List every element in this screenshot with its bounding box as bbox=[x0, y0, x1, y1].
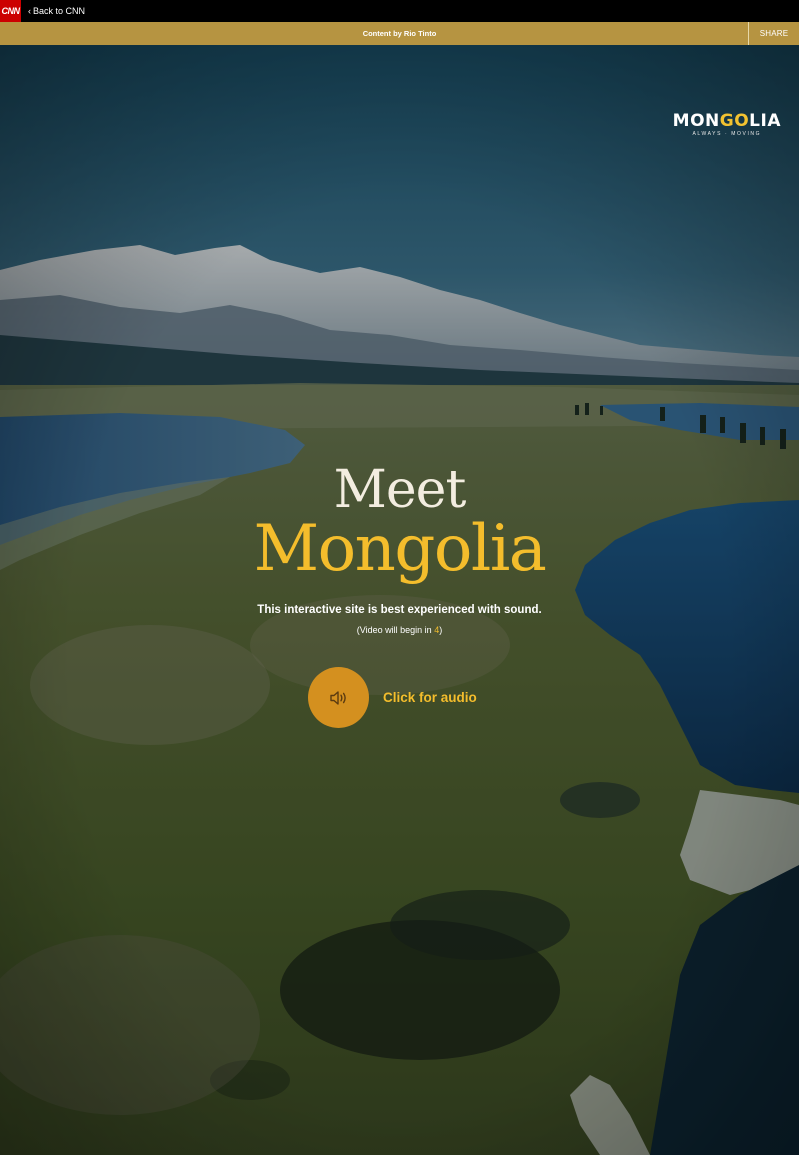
audio-toggle[interactable]: Click for audio bbox=[308, 667, 477, 728]
cnn-top-bar: CNN ‹ Back to CNN bbox=[0, 0, 799, 22]
video-countdown: (Video will begin in 4) bbox=[0, 625, 799, 635]
sponsor-label: Content by Rio Tinto bbox=[362, 29, 437, 38]
countdown-suffix: ) bbox=[439, 625, 443, 635]
page: CNN ‹ Back to CNN Content by Rio Tinto S… bbox=[0, 0, 799, 1155]
audio-label[interactable]: Click for audio bbox=[383, 690, 477, 705]
brand-word-part3: LIA bbox=[749, 111, 781, 131]
intro-block: Meet Mongolia This interactive site is b… bbox=[0, 460, 799, 635]
headline-meet: Meet bbox=[333, 460, 467, 520]
mongolia-brand-logo: MONGOLIA ALWAYS · MOVING bbox=[673, 112, 781, 137]
cnn-logo[interactable]: CNN bbox=[0, 0, 21, 22]
audio-button[interactable] bbox=[308, 667, 369, 728]
brand-wordmark: MONGOLIA bbox=[673, 112, 781, 130]
share-button[interactable]: SHARE bbox=[748, 22, 799, 45]
brand-tagline: ALWAYS · MOVING bbox=[692, 131, 762, 137]
back-to-cnn-label: Back to CNN bbox=[33, 6, 86, 16]
brand-word-part2: GO bbox=[719, 111, 750, 131]
headline-mongolia: Mongolia bbox=[253, 512, 547, 586]
countdown-prefix: (Video will begin in bbox=[356, 625, 435, 635]
sponsor-bar: Content by Rio Tinto SHARE bbox=[0, 22, 799, 45]
sound-recommendation: This interactive site is best experience… bbox=[257, 604, 542, 616]
chevron-left-icon: ‹ bbox=[28, 6, 31, 16]
brand-word-part1: MON bbox=[672, 111, 720, 131]
back-to-cnn-link[interactable]: ‹ Back to CNN bbox=[28, 6, 85, 16]
speaker-icon bbox=[329, 690, 346, 705]
